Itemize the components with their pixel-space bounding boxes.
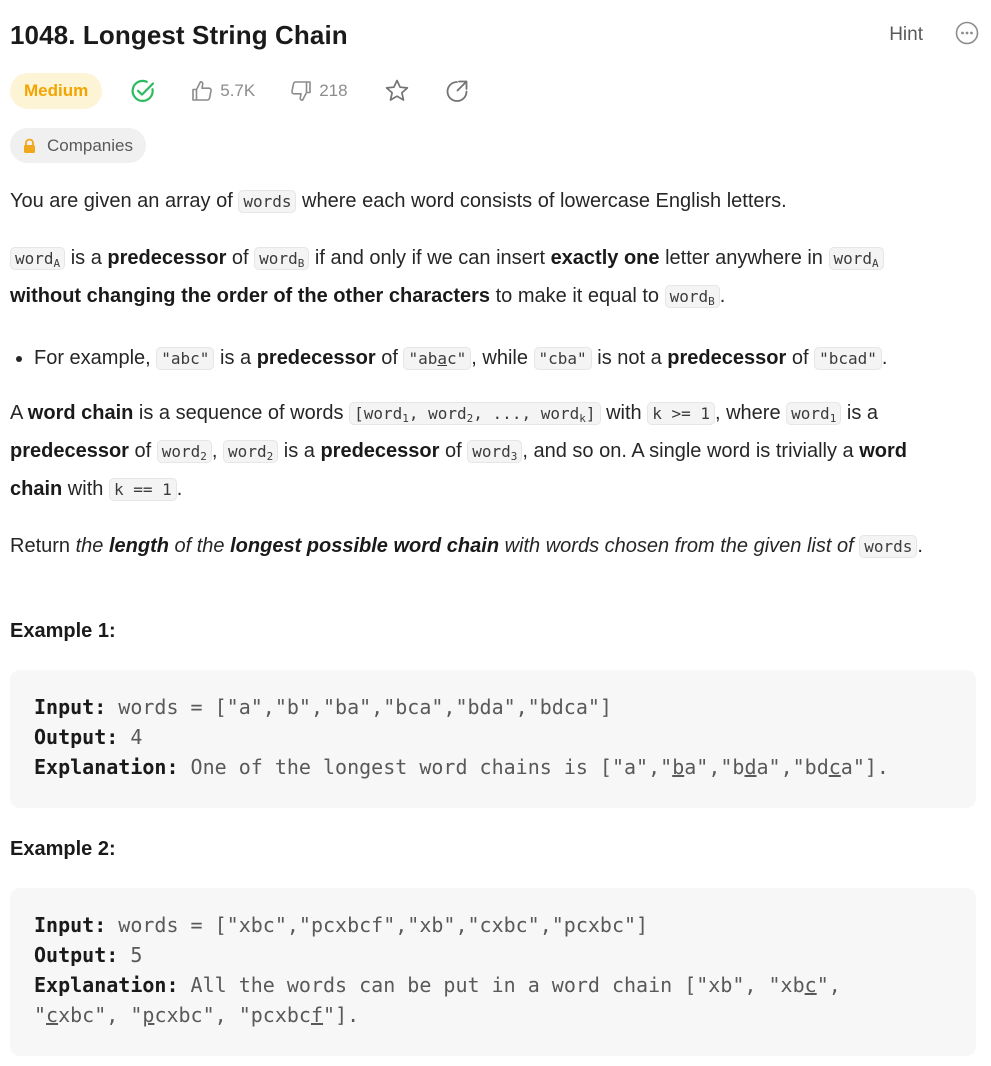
- example-title: Example 1:: [10, 620, 116, 642]
- inline-code: wordB: [254, 247, 310, 270]
- more-icon[interactable]: [955, 21, 979, 45]
- inline-code: wordA: [828, 247, 884, 270]
- companies-tag[interactable]: Companies: [10, 128, 146, 163]
- page-title: 1048. Longest String Chain: [10, 20, 348, 50]
- example-explanation: Explanation: All the words can be put in…: [34, 973, 841, 997]
- problem-header: 1048. Longest String Chain Hint: [10, 18, 979, 58]
- example-bullet-list: For example, "abc" is a predecessor of "…: [10, 342, 960, 375]
- example-explanation: Explanation: One of the longest word cha…: [34, 755, 889, 779]
- share-icon[interactable]: [444, 78, 470, 104]
- list-item: For example, "abc" is a predecessor of "…: [34, 342, 960, 375]
- companies-label: Companies: [47, 135, 133, 155]
- inline-code: words: [238, 190, 297, 213]
- example-output: Output: 5: [34, 943, 143, 967]
- description-paragraph: A word chain is a sequence of words [wor…: [10, 402, 907, 501]
- star-icon[interactable]: [384, 78, 410, 104]
- check-circle-icon: [131, 79, 155, 102]
- like-button[interactable]: 5.7K: [190, 79, 255, 103]
- inline-code: wordB: [664, 285, 720, 308]
- difficulty-badge: Medium: [10, 73, 103, 109]
- dislikes-count: 218: [319, 81, 348, 100]
- description-paragraph: wordA is a predecessor of wordB if and o…: [10, 242, 960, 318]
- meta-row: Medium 5.7K 218: [10, 73, 470, 109]
- hint-button[interactable]: Hint: [889, 24, 923, 46]
- dislike-button[interactable]: 218: [289, 79, 348, 103]
- example-input: Input: words = ["a","b","ba","bca","bda"…: [34, 695, 612, 719]
- lock-icon: [24, 138, 35, 153]
- example-block: Input: words = ["xbc","pcxbcf","xb","cxb…: [10, 888, 976, 1056]
- inline-code: wordA: [10, 247, 66, 270]
- description-paragraph: You are given an array of words where ea…: [10, 190, 787, 213]
- example-title: Example 2:: [10, 838, 116, 860]
- description-paragraph: Return the length of the longest possibl…: [10, 535, 923, 558]
- thumbs-up-icon: [192, 81, 213, 101]
- example-input: Input: words = ["xbc","pcxbcf","xb","cxb…: [34, 913, 649, 937]
- problem-description: You are given an array of words where ea…: [10, 185, 960, 587]
- thumbs-down-icon: [291, 81, 312, 101]
- example-explanation-cont: "cxbc", "pcxbc", "pcxbcf"].: [34, 1003, 360, 1027]
- example-output: Output: 4: [34, 725, 143, 749]
- likes-count: 5.7K: [220, 81, 256, 100]
- example-block: Input: words = ["a","b","ba","bca","bda"…: [10, 670, 976, 808]
